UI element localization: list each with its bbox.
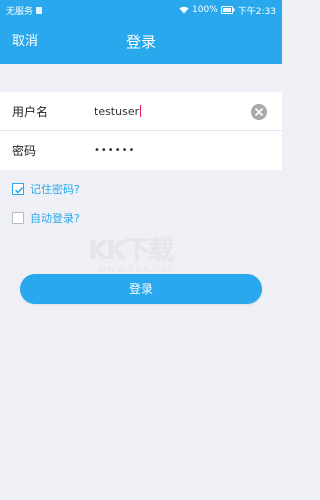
sim-icon [36,6,43,14]
password-label: 密码 [12,144,37,158]
battery-percent: 100% [192,5,218,15]
auto-login-option[interactable]: 自动登录? [12,210,80,226]
remember-password-label: 记住密码? [30,183,80,196]
username-input[interactable]: testuser [94,104,142,118]
battery-icon [220,6,235,14]
remember-password-option[interactable]: 记住密码? [12,181,80,197]
password-row: 密码 •••••• [0,131,282,170]
username-value: testuser [94,104,140,118]
username-row: 用户名 testuser [0,92,282,131]
text-cursor [140,104,142,117]
checkmark-icon [14,186,24,194]
remember-password-checkbox[interactable] [12,183,24,195]
status-right: 100% 下午2:33 [179,4,276,17]
wifi-icon [179,6,189,14]
password-input[interactable]: •••••• [94,145,135,156]
auto-login-label: 自动登录? [30,212,80,225]
watermark-logo: KK下载 [88,236,174,266]
nav-bar: 取消 登录 [0,20,282,64]
clock-time: 下午2:33 [237,6,276,17]
carrier-text: 无服务 [6,6,34,17]
status-left: 无服务 [6,4,43,17]
page-title: 登录 [125,33,156,51]
login-button[interactable]: 登录 [20,274,262,304]
clear-icon[interactable] [251,104,267,120]
login-form: 用户名 testuser 密码 •••••• [0,92,282,170]
username-label: 用户名 [12,104,49,119]
auto-login-checkbox[interactable] [12,212,24,224]
status-bar: 无服务 100% 下午2:33 [0,0,282,20]
